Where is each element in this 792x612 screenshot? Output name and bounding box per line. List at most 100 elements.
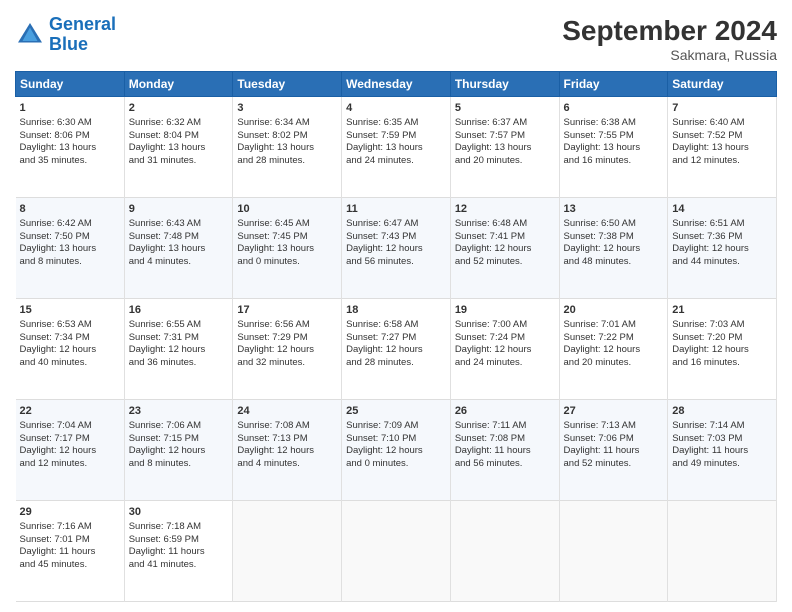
col-header-tuesday: Tuesday	[233, 72, 342, 97]
day-number: 23	[129, 404, 229, 419]
day-info-line: Sunset: 7:57 PM	[455, 130, 555, 143]
logo-text: General Blue	[49, 15, 116, 55]
day-info-line: Sunset: 7:15 PM	[129, 433, 229, 446]
day-info-line: and 16 minutes.	[564, 155, 664, 168]
location-subtitle: Sakmara, Russia	[562, 47, 777, 63]
day-number: 21	[672, 303, 772, 318]
day-info-line: Sunset: 7:48 PM	[129, 231, 229, 244]
calendar-cell: 4Sunrise: 6:35 AMSunset: 7:59 PMDaylight…	[342, 97, 451, 198]
day-number: 29	[20, 505, 120, 520]
calendar-cell: 15Sunrise: 6:53 AMSunset: 7:34 PMDayligh…	[16, 299, 125, 400]
week-row-4: 22Sunrise: 7:04 AMSunset: 7:17 PMDayligh…	[16, 400, 777, 501]
day-number: 22	[20, 404, 120, 419]
day-info-line: Daylight: 13 hours	[455, 142, 555, 155]
day-info-line: and 40 minutes.	[20, 357, 120, 370]
day-info-line: Sunset: 8:06 PM	[20, 130, 120, 143]
calendar-cell: 13Sunrise: 6:50 AMSunset: 7:38 PMDayligh…	[559, 198, 668, 299]
day-info-line: Sunset: 7:10 PM	[346, 433, 446, 446]
day-info-line: Daylight: 11 hours	[672, 445, 772, 458]
day-number: 4	[346, 101, 446, 116]
day-info-line: Sunrise: 7:18 AM	[129, 521, 229, 534]
calendar-cell: 12Sunrise: 6:48 AMSunset: 7:41 PMDayligh…	[450, 198, 559, 299]
calendar-cell: 2Sunrise: 6:32 AMSunset: 8:04 PMDaylight…	[124, 97, 233, 198]
day-info-line: Sunset: 7:13 PM	[237, 433, 337, 446]
day-info-line: Sunrise: 6:48 AM	[455, 218, 555, 231]
day-info-line: and 4 minutes.	[237, 458, 337, 471]
day-info-line: and 56 minutes.	[346, 256, 446, 269]
calendar-cell: 10Sunrise: 6:45 AMSunset: 7:45 PMDayligh…	[233, 198, 342, 299]
calendar-cell: 16Sunrise: 6:55 AMSunset: 7:31 PMDayligh…	[124, 299, 233, 400]
col-header-saturday: Saturday	[668, 72, 777, 97]
day-info-line: Daylight: 12 hours	[455, 344, 555, 357]
day-number: 17	[237, 303, 337, 318]
calendar-cell: 20Sunrise: 7:01 AMSunset: 7:22 PMDayligh…	[559, 299, 668, 400]
day-info-line: and 49 minutes.	[672, 458, 772, 471]
day-info-line: and 52 minutes.	[455, 256, 555, 269]
week-row-3: 15Sunrise: 6:53 AMSunset: 7:34 PMDayligh…	[16, 299, 777, 400]
day-info-line: Sunrise: 6:40 AM	[672, 117, 772, 130]
calendar-cell: 23Sunrise: 7:06 AMSunset: 7:15 PMDayligh…	[124, 400, 233, 501]
day-info-line: Sunset: 7:17 PM	[20, 433, 120, 446]
day-info-line: Sunrise: 6:32 AM	[129, 117, 229, 130]
day-number: 25	[346, 404, 446, 419]
day-info-line: Daylight: 13 hours	[237, 142, 337, 155]
calendar-header: SundayMondayTuesdayWednesdayThursdayFrid…	[16, 72, 777, 97]
day-info-line: Daylight: 13 hours	[20, 142, 120, 155]
calendar-cell: 9Sunrise: 6:43 AMSunset: 7:48 PMDaylight…	[124, 198, 233, 299]
day-info-line: Sunset: 7:41 PM	[455, 231, 555, 244]
day-info-line: Daylight: 13 hours	[672, 142, 772, 155]
day-info-line: and 45 minutes.	[20, 559, 120, 572]
day-info-line: and 4 minutes.	[129, 256, 229, 269]
day-info-line: Daylight: 13 hours	[237, 243, 337, 256]
calendar-cell: 1Sunrise: 6:30 AMSunset: 8:06 PMDaylight…	[16, 97, 125, 198]
day-info-line: and 12 minutes.	[672, 155, 772, 168]
day-number: 1	[20, 101, 120, 116]
day-info-line: Sunset: 7:50 PM	[20, 231, 120, 244]
day-info-line: Sunset: 7:52 PM	[672, 130, 772, 143]
day-info-line: and 41 minutes.	[129, 559, 229, 572]
day-info-line: Sunset: 7:36 PM	[672, 231, 772, 244]
day-info-line: Daylight: 13 hours	[564, 142, 664, 155]
calendar-cell: 30Sunrise: 7:18 AMSunset: 6:59 PMDayligh…	[124, 501, 233, 602]
week-row-2: 8Sunrise: 6:42 AMSunset: 7:50 PMDaylight…	[16, 198, 777, 299]
day-number: 28	[672, 404, 772, 419]
logo-line2: Blue	[49, 34, 88, 54]
day-info-line: Daylight: 13 hours	[129, 142, 229, 155]
calendar-cell: 8Sunrise: 6:42 AMSunset: 7:50 PMDaylight…	[16, 198, 125, 299]
day-info-line: Daylight: 13 hours	[346, 142, 446, 155]
day-number: 15	[20, 303, 120, 318]
day-info-line: and 48 minutes.	[564, 256, 664, 269]
day-info-line: Sunrise: 7:16 AM	[20, 521, 120, 534]
day-info-line: Sunrise: 6:35 AM	[346, 117, 446, 130]
day-info-line: and 31 minutes.	[129, 155, 229, 168]
day-info-line: Sunrise: 7:03 AM	[672, 319, 772, 332]
day-info-line: and 20 minutes.	[455, 155, 555, 168]
day-number: 2	[129, 101, 229, 116]
day-info-line: and 8 minutes.	[20, 256, 120, 269]
day-info-line: Sunrise: 6:30 AM	[20, 117, 120, 130]
day-number: 19	[455, 303, 555, 318]
day-info-line: Daylight: 12 hours	[129, 344, 229, 357]
calendar-cell: 11Sunrise: 6:47 AMSunset: 7:43 PMDayligh…	[342, 198, 451, 299]
day-info-line: Sunrise: 6:47 AM	[346, 218, 446, 231]
day-info-line: Sunset: 7:20 PM	[672, 332, 772, 345]
day-number: 3	[237, 101, 337, 116]
day-info-line: Sunset: 7:24 PM	[455, 332, 555, 345]
day-info-line: Daylight: 12 hours	[20, 445, 120, 458]
day-number: 5	[455, 101, 555, 116]
day-number: 18	[346, 303, 446, 318]
calendar-body: 1Sunrise: 6:30 AMSunset: 8:06 PMDaylight…	[16, 97, 777, 602]
day-info-line: Daylight: 12 hours	[346, 344, 446, 357]
week-row-5: 29Sunrise: 7:16 AMSunset: 7:01 PMDayligh…	[16, 501, 777, 602]
day-info-line: Sunset: 7:31 PM	[129, 332, 229, 345]
day-number: 7	[672, 101, 772, 116]
calendar-cell: 29Sunrise: 7:16 AMSunset: 7:01 PMDayligh…	[16, 501, 125, 602]
calendar-cell	[450, 501, 559, 602]
logo-icon	[15, 20, 45, 50]
col-header-thursday: Thursday	[450, 72, 559, 97]
day-info-line: and 28 minutes.	[346, 357, 446, 370]
day-info-line: and 8 minutes.	[129, 458, 229, 471]
calendar-cell: 3Sunrise: 6:34 AMSunset: 8:02 PMDaylight…	[233, 97, 342, 198]
day-info-line: Sunrise: 7:09 AM	[346, 420, 446, 433]
calendar-cell: 17Sunrise: 6:56 AMSunset: 7:29 PMDayligh…	[233, 299, 342, 400]
